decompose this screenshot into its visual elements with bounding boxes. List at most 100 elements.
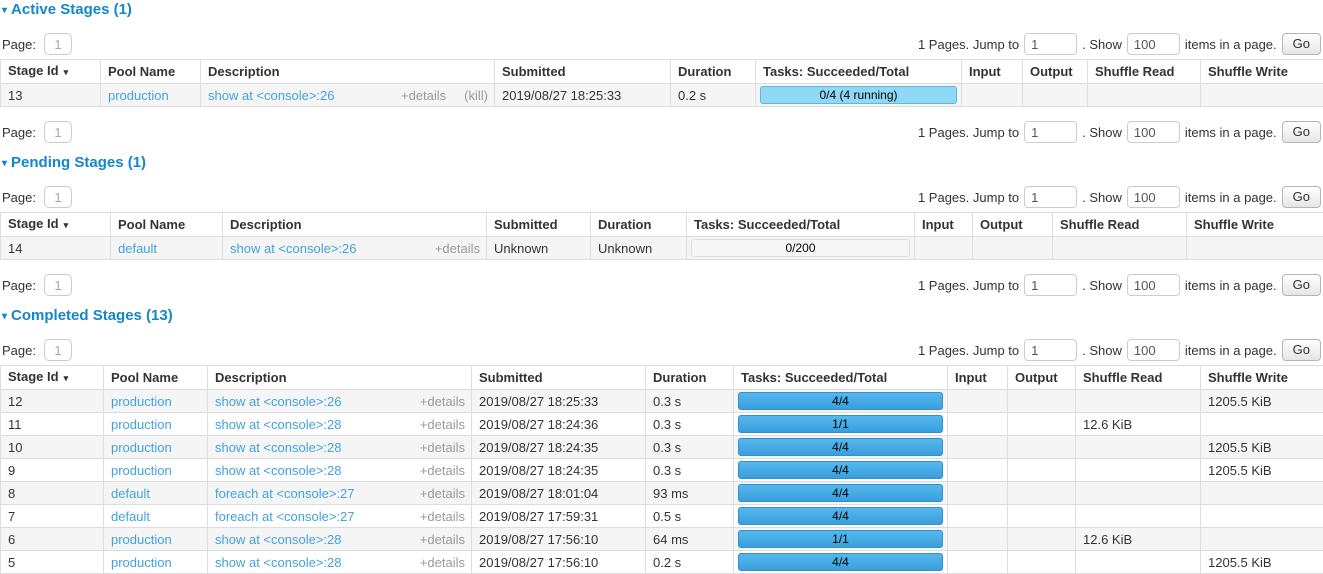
pool-name-link[interactable]: production [111, 440, 172, 455]
show-count-input[interactable] [1127, 186, 1180, 208]
show-count-input[interactable] [1127, 121, 1180, 143]
jump-to-input[interactable] [1024, 33, 1077, 55]
column-header-duration[interactable]: Duration [671, 60, 756, 84]
column-header-tasks[interactable]: Tasks: Succeeded/Total [756, 60, 962, 84]
shuffle-read-cell: 12.6 KiB [1076, 413, 1201, 436]
stage-description-link[interactable]: show at <console>:26 [208, 89, 334, 102]
table-row: 7defaultforeach at <console>:27+details2… [1, 505, 1323, 528]
duration-cell: 0.2 s [646, 551, 734, 574]
column-label: Duration [653, 370, 706, 385]
stage-description-link[interactable]: show at <console>:28 [215, 418, 341, 431]
stage-description-link[interactable]: show at <console>:26 [215, 395, 341, 408]
page-number-input[interactable] [44, 339, 72, 361]
column-header-tasks[interactable]: Tasks: Succeeded/Total [734, 366, 948, 390]
pool-name-link[interactable]: production [111, 417, 172, 432]
column-header-pool[interactable]: Pool Name [111, 213, 223, 237]
table-row: 5productionshow at <console>:28+details2… [1, 551, 1323, 574]
show-count-input[interactable] [1127, 339, 1180, 361]
column-label: Tasks: Succeeded/Total [763, 64, 909, 79]
details-toggle[interactable]: +details [420, 510, 465, 523]
column-header-tasks[interactable]: Tasks: Succeeded/Total [687, 213, 915, 237]
details-toggle[interactable]: +details [420, 441, 465, 454]
details-toggle[interactable]: +details [435, 242, 480, 255]
kill-link[interactable]: (kill) [464, 89, 488, 102]
pool-name-link[interactable]: production [111, 555, 172, 570]
pool-name-link[interactable]: production [111, 463, 172, 478]
stage-description-link[interactable]: show at <console>:28 [215, 556, 341, 569]
column-header-input[interactable]: Input [962, 60, 1023, 84]
column-header-stage-id[interactable]: Stage Id▾ [1, 213, 111, 237]
pool-name-link[interactable]: production [111, 532, 172, 547]
go-button[interactable]: Go [1282, 274, 1321, 296]
go-button[interactable]: Go [1282, 339, 1321, 361]
pool-name-link[interactable]: default [111, 509, 150, 524]
active-stages-header[interactable]: ▾Active Stages (1) [2, 2, 1321, 19]
page-number-input[interactable] [44, 121, 72, 143]
page-number-input[interactable] [44, 33, 72, 55]
jump-to-input[interactable] [1024, 274, 1077, 296]
column-header-output[interactable]: Output [1008, 366, 1076, 390]
stage-description-link[interactable]: show at <console>:28 [215, 441, 341, 454]
pool-name-link[interactable]: production [111, 394, 172, 409]
column-header-shuffle-read[interactable]: Shuffle Read [1053, 213, 1187, 237]
column-header-pool[interactable]: Pool Name [104, 366, 208, 390]
pending-stages-header[interactable]: ▾Pending Stages (1) [2, 155, 1321, 172]
column-header-shuffle-write[interactable]: Shuffle Write [1201, 366, 1323, 390]
stage-description-link[interactable]: show at <console>:26 [230, 242, 356, 255]
stage-description-link[interactable]: foreach at <console>:27 [215, 487, 355, 500]
table-row: 13 production show at <console>:26 +details… [1, 84, 1323, 107]
pool-name-cell: production [104, 551, 208, 574]
show-count-input[interactable] [1127, 33, 1180, 55]
column-label: Output [980, 217, 1023, 232]
details-toggle[interactable]: +details [420, 533, 465, 546]
column-header-stage-id[interactable]: Stage Id▾ [1, 366, 104, 390]
details-toggle[interactable]: +details [420, 556, 465, 569]
go-button[interactable]: Go [1282, 186, 1321, 208]
column-header-submitted[interactable]: Submitted [495, 60, 671, 84]
input-cell [948, 528, 1008, 551]
pool-name-link[interactable]: production [108, 88, 169, 103]
pool-name-link[interactable]: default [111, 486, 150, 501]
completed-stages-header[interactable]: ▾Completed Stages (13) [2, 308, 1321, 325]
column-header-submitted[interactable]: Submitted [487, 213, 591, 237]
column-header-output[interactable]: Output [1023, 60, 1088, 84]
column-header-shuffle-write[interactable]: Shuffle Write [1187, 213, 1323, 237]
column-header-input[interactable]: Input [915, 213, 973, 237]
show-count-input[interactable] [1127, 274, 1180, 296]
column-header-desc[interactable]: Description [223, 213, 487, 237]
task-progress-label: 0/4 (4 running) [819, 88, 897, 102]
column-header-duration[interactable]: Duration [591, 213, 687, 237]
column-header-submitted[interactable]: Submitted [472, 366, 646, 390]
go-button[interactable]: Go [1282, 33, 1321, 55]
pool-name-link[interactable]: default [118, 241, 157, 256]
jump-to-input[interactable] [1024, 339, 1077, 361]
details-toggle[interactable]: +details [420, 395, 465, 408]
column-header-output[interactable]: Output [973, 213, 1053, 237]
duration-cell: 0.3 s [646, 459, 734, 482]
output-cell [1008, 459, 1076, 482]
shuffle-write-cell [1201, 413, 1323, 436]
page-number-input[interactable] [44, 274, 72, 296]
details-toggle[interactable]: +details [420, 418, 465, 431]
column-header-shuffle-write[interactable]: Shuffle Write [1201, 60, 1323, 84]
column-header-pool[interactable]: Pool Name [101, 60, 201, 84]
column-header-shuffle-read[interactable]: Shuffle Read [1088, 60, 1201, 84]
column-header-duration[interactable]: Duration [646, 366, 734, 390]
column-label: Submitted [494, 217, 558, 232]
column-header-desc[interactable]: Description [208, 366, 472, 390]
column-header-input[interactable]: Input [948, 366, 1008, 390]
stage-description-link[interactable]: show at <console>:28 [215, 464, 341, 477]
column-header-stage-id[interactable]: Stage Id▾ [1, 60, 101, 84]
details-toggle[interactable]: +details [420, 487, 465, 500]
go-button[interactable]: Go [1282, 121, 1321, 143]
jump-to-input[interactable] [1024, 121, 1077, 143]
details-toggle[interactable]: +details [420, 464, 465, 477]
details-toggle[interactable]: +details [401, 89, 446, 102]
stage-id-cell: 13 [1, 84, 101, 107]
jump-to-input[interactable] [1024, 186, 1077, 208]
column-header-shuffle-read[interactable]: Shuffle Read [1076, 366, 1201, 390]
stage-description-link[interactable]: show at <console>:28 [215, 533, 341, 546]
page-number-input[interactable] [44, 186, 72, 208]
column-header-desc[interactable]: Description [201, 60, 495, 84]
stage-description-link[interactable]: foreach at <console>:27 [215, 510, 355, 523]
